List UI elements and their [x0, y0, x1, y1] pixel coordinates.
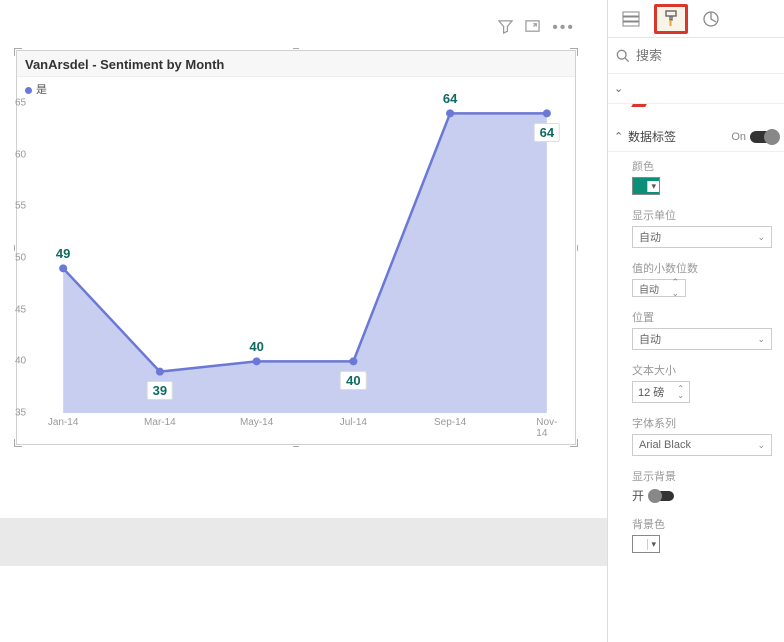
y-tick-label: 50 [15, 253, 26, 264]
filter-icon[interactable] [498, 19, 513, 39]
focus-icon[interactable] [525, 19, 540, 39]
x-tick-label: Nov-14 [536, 417, 557, 439]
data-label: 40 [246, 338, 266, 355]
legend-marker [25, 87, 32, 94]
legend-label: 是 [36, 84, 47, 96]
x-axis-labels: Jan-14Mar-14May-14Jul-14Sep-14Nov-14 [43, 417, 567, 433]
position-label: 位置 [632, 309, 774, 325]
show-bg-toggle[interactable]: 开 [632, 487, 774, 504]
y-tick-label: 35 [15, 408, 26, 419]
data-labels-toggle[interactable] [750, 131, 778, 143]
bg-color-picker[interactable]: ▾ [632, 535, 660, 553]
display-unit-label: 显示单位 [632, 207, 774, 223]
dropdown-value: 自动 [639, 281, 659, 296]
chart-svg [43, 103, 567, 413]
font-family-dropdown[interactable]: Arial Black⌄ [632, 434, 772, 456]
format-panel: ⌄ ⌃ 数据标签 On 颜色 ▾ 显示单位 自动⌄ 值的小数位数 自动⌃⌄ 位置… [607, 0, 784, 642]
decimals-dropdown[interactable]: 自动⌃⌄ [632, 279, 686, 297]
canvas-bottom-strip [0, 518, 607, 566]
chevron-down-icon: ⌄ [614, 82, 628, 95]
y-tick-label: 45 [15, 304, 26, 315]
x-tick-label: Mar-14 [144, 417, 176, 428]
dropdown-value: 自动 [639, 229, 661, 245]
color-label: 颜色 [632, 158, 774, 174]
bg-color-label: 背景色 [632, 516, 774, 532]
collapsed-section-row[interactable]: ⌄ [608, 74, 784, 104]
format-tab[interactable] [654, 4, 688, 34]
chart-title: VanArsdel - Sentiment by Month [17, 51, 575, 77]
report-canvas: ••• VanArsdel - Sentiment by Month 是 35 4… [0, 0, 607, 642]
font-size-spinner[interactable]: 12 磅⌃⌄ [632, 381, 690, 403]
font-family-label: 字体系列 [632, 415, 774, 431]
y-tick-label: 60 [15, 149, 26, 160]
visual-header: ••• [498, 19, 575, 39]
data-label: 64 [534, 123, 560, 142]
data-labels-section-header[interactable]: ⌃ 数据标签 On [608, 122, 784, 152]
decimals-label: 值的小数位数 [632, 260, 774, 276]
y-tick-label: 65 [15, 98, 26, 109]
fields-tab[interactable] [614, 4, 648, 34]
position-dropdown[interactable]: 自动⌄ [632, 328, 772, 350]
resize-handle[interactable] [293, 446, 299, 447]
font-size-label: 文本大小 [632, 362, 774, 378]
display-unit-dropdown[interactable]: 自动⌄ [632, 226, 772, 248]
y-tick-label: 40 [15, 356, 26, 367]
toggle-on-label: On [731, 131, 746, 143]
resize-handle[interactable] [293, 48, 299, 49]
resize-handle[interactable] [570, 48, 578, 56]
chart-legend: 是 [17, 77, 575, 101]
x-tick-label: Sep-14 [434, 417, 466, 428]
search-row [608, 38, 784, 74]
spinner-value: 12 磅 [638, 384, 664, 400]
panel-tabs [608, 0, 784, 38]
x-tick-label: Jan-14 [48, 417, 79, 428]
chevron-up-icon: ⌃ [614, 130, 628, 143]
color-picker[interactable]: ▾ [632, 177, 660, 195]
y-tick-label: 55 [15, 201, 26, 212]
section-label: 数据标签 [628, 128, 731, 145]
search-icon [616, 49, 630, 63]
analytics-tab[interactable] [694, 4, 728, 34]
data-label: 49 [53, 245, 73, 262]
search-input[interactable] [636, 48, 756, 63]
properties-list: 颜色 ▾ 显示单位 自动⌄ 值的小数位数 自动⌃⌄ 位置 自动⌄ 文本大小 12… [608, 152, 784, 642]
resize-handle[interactable] [577, 245, 578, 251]
data-label: 39 [147, 381, 173, 400]
chart-visual[interactable]: ••• VanArsdel - Sentiment by Month 是 354… [16, 50, 576, 445]
resize-handle[interactable] [570, 439, 578, 447]
data-label: 40 [340, 371, 366, 390]
data-label: 64 [440, 90, 460, 107]
more-icon[interactable]: ••• [552, 19, 575, 39]
chart-plot-area: 35404550556065493940406464 [43, 103, 567, 413]
resize-handle[interactable] [14, 245, 15, 251]
x-tick-label: Jul-14 [340, 417, 367, 428]
toggle-state-label: 开 [632, 487, 644, 504]
resize-handle[interactable] [14, 48, 22, 56]
dropdown-value: Arial Black [639, 439, 691, 451]
dropdown-value: 自动 [639, 331, 661, 347]
x-tick-label: May-14 [240, 417, 273, 428]
resize-handle[interactable] [14, 439, 22, 447]
show-bg-label: 显示背景 [632, 468, 774, 484]
callout-marker [608, 104, 784, 122]
